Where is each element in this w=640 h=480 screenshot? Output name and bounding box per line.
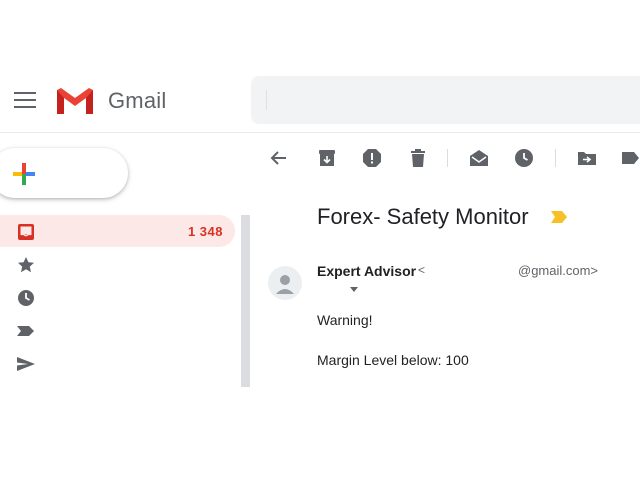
show-details-chevron-icon[interactable] bbox=[350, 287, 358, 292]
email-subject: Forex- Safety Monitor bbox=[317, 204, 529, 229]
email-body-line: Warning! bbox=[317, 312, 373, 328]
main-menu-icon[interactable] bbox=[14, 92, 36, 108]
plus-icon bbox=[10, 160, 38, 188]
sidebar-item-starred[interactable] bbox=[16, 255, 36, 275]
archive-icon[interactable] bbox=[316, 147, 338, 169]
toolbar-divider bbox=[555, 149, 556, 167]
sidebar-scrollbar[interactable] bbox=[241, 215, 250, 387]
send-icon bbox=[17, 357, 35, 371]
gmail-logo-icon[interactable] bbox=[55, 86, 95, 116]
sender-address-open: < bbox=[418, 263, 426, 277]
mark-unread-icon[interactable] bbox=[468, 147, 490, 169]
search-input[interactable] bbox=[251, 76, 640, 124]
gmail-wordmark: Gmail bbox=[108, 88, 167, 113]
header-divider bbox=[0, 132, 640, 133]
compose-button[interactable] bbox=[0, 148, 128, 198]
sidebar-item-snoozed[interactable] bbox=[16, 288, 36, 308]
sender-address: @gmail.com> bbox=[518, 263, 599, 278]
sender-avatar bbox=[268, 266, 302, 300]
back-arrow-icon[interactable] bbox=[268, 147, 290, 169]
snooze-icon[interactable] bbox=[513, 147, 535, 169]
labels-icon[interactable] bbox=[621, 147, 640, 169]
clock-icon bbox=[18, 290, 34, 306]
email-body-line: Margin Level below: 100 bbox=[317, 352, 469, 368]
sender-name: Expert Advisor bbox=[317, 263, 417, 279]
importance-marker-icon[interactable] bbox=[550, 210, 568, 224]
delete-icon[interactable] bbox=[407, 147, 429, 169]
star-icon bbox=[18, 257, 34, 273]
inbox-unread-count: 1 348 bbox=[187, 224, 223, 239]
inbox-icon bbox=[16, 222, 36, 242]
sidebar-item-sent[interactable] bbox=[16, 354, 36, 374]
label-icon bbox=[17, 326, 34, 336]
toolbar-divider bbox=[447, 149, 448, 167]
report-spam-icon[interactable] bbox=[361, 147, 383, 169]
move-to-icon[interactable] bbox=[576, 147, 598, 169]
sidebar-item-important[interactable] bbox=[16, 321, 36, 341]
